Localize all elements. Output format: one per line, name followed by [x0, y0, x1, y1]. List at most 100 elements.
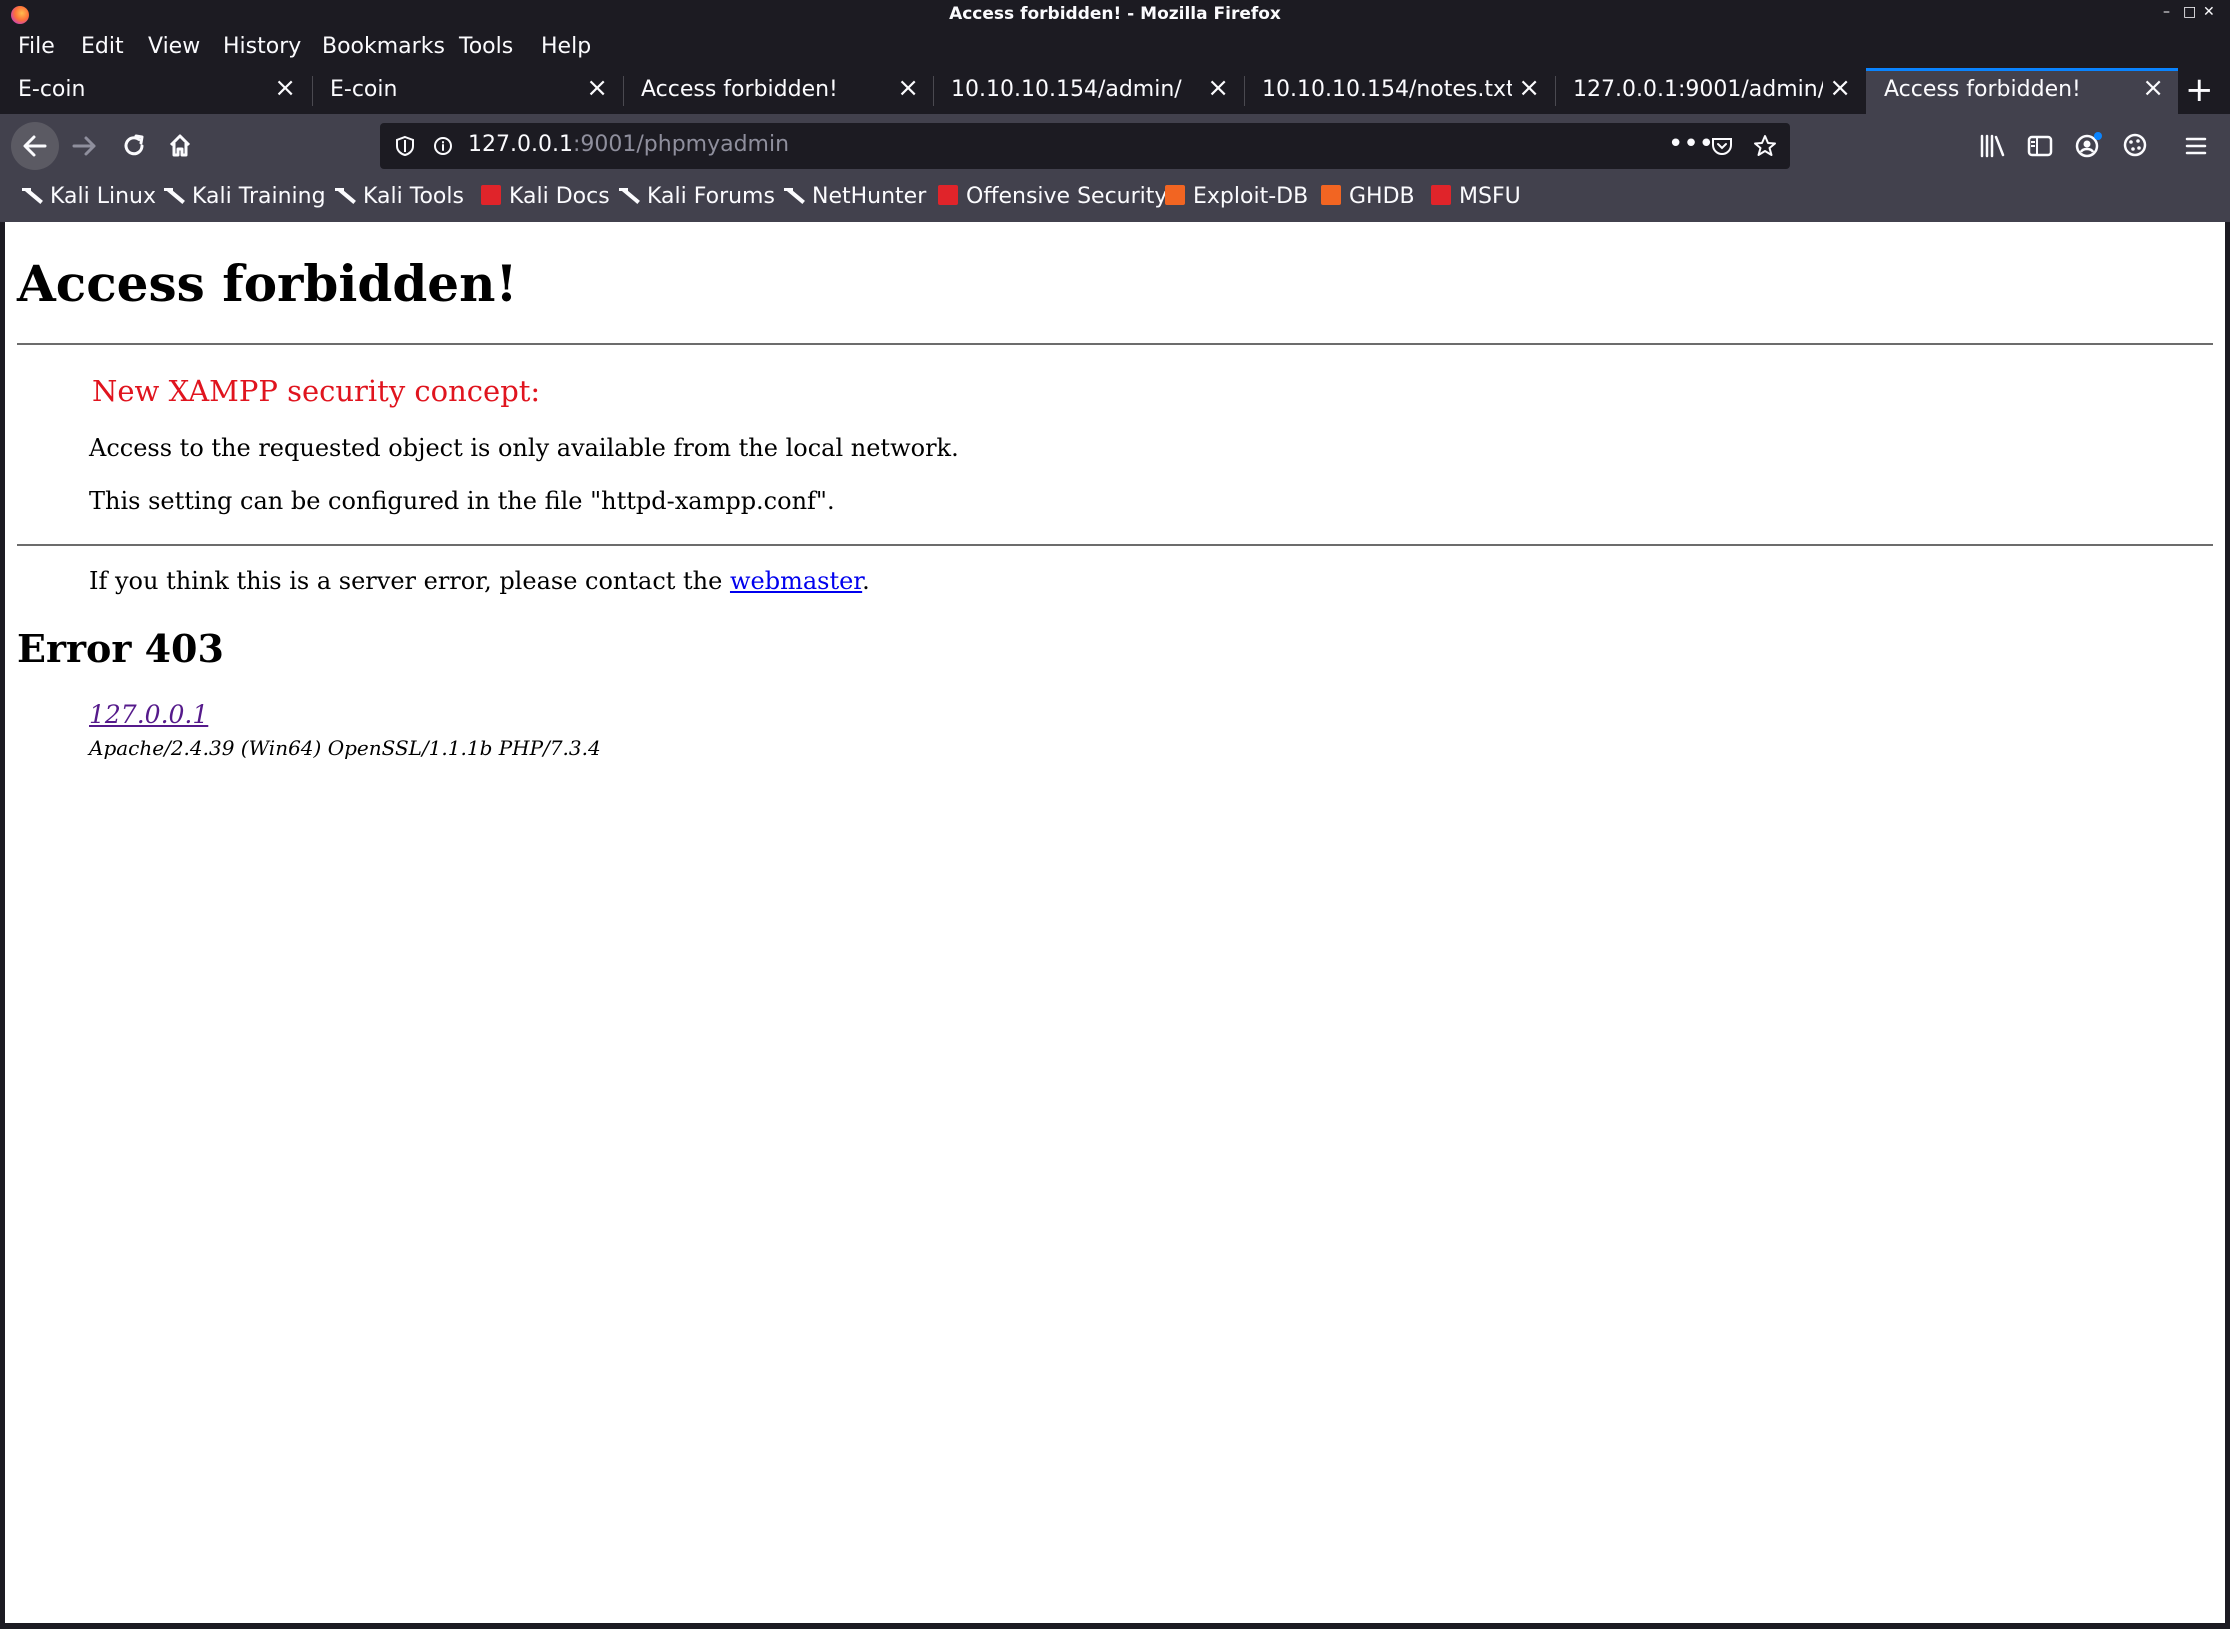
page-actions-icon[interactable]: •••	[1668, 129, 1714, 159]
url-path: :9001/phpmyadmin	[572, 132, 790, 157]
url-bar[interactable]: 127.0.0.1:9001/phpmyadmin •••	[380, 123, 1790, 169]
bookmark-label: MSFU	[1459, 184, 1521, 209]
bookmark-label: Kali Training	[192, 184, 326, 209]
close-tab-icon[interactable]: ×	[586, 73, 608, 103]
config-message: This setting can be configured in the fi…	[89, 487, 835, 515]
bookmark-kali-linux[interactable]: Kali Linux	[22, 184, 156, 209]
bookmark-label: NetHunter	[812, 184, 927, 209]
close-window-icon[interactable]: ✕	[2203, 4, 2215, 20]
bookmarks-toolbar: Kali Linux Kali Training Kali Tools Kali…	[0, 178, 2230, 222]
tab-label: E-coin	[18, 77, 86, 102]
window-titlebar: Access forbidden! - Mozilla Firefox – □ …	[0, 0, 2230, 30]
menu-bar: File Edit View History Bookmarks Tools H…	[0, 30, 2230, 68]
tab-active[interactable]: Access forbidden! ×	[1866, 68, 2178, 114]
kali-dragon-icon	[164, 185, 184, 205]
menu-file[interactable]: File	[18, 34, 55, 59]
close-tab-icon[interactable]: ×	[897, 73, 919, 103]
host-link[interactable]: 127.0.0.1	[89, 700, 208, 729]
tab[interactable]: 127.0.0.1:9001/admin/ ×	[1555, 68, 1865, 114]
tab[interactable]: Access forbidden! ×	[623, 68, 933, 114]
maximize-icon[interactable]: □	[2183, 4, 2196, 20]
divider	[17, 343, 2213, 345]
offsec-icon	[1431, 185, 1451, 205]
bookmark-label: Exploit-DB	[1193, 184, 1309, 209]
bookmark-label: Kali Forums	[647, 184, 775, 209]
server-signature: Apache/2.4.39 (Win64) OpenSSL/1.1.1b PHP…	[89, 736, 601, 760]
close-tab-icon[interactable]: ×	[274, 73, 296, 103]
tab[interactable]: E-coin ×	[0, 68, 310, 114]
close-tab-icon[interactable]: ×	[1829, 73, 1851, 103]
access-message: Access to the requested object is only a…	[89, 434, 959, 462]
offsec-icon	[938, 185, 958, 205]
library-icon[interactable]	[1978, 132, 2006, 160]
kali-dragon-icon	[619, 185, 639, 205]
page-content: Access forbidden! New XAMPP security con…	[5, 222, 2225, 1623]
forward-arrow-icon[interactable]	[64, 124, 108, 168]
menu-edit[interactable]: Edit	[81, 34, 124, 59]
tab-strip: E-coin × E-coin × Access forbidden! × 10…	[0, 68, 2230, 114]
menu-help[interactable]: Help	[541, 34, 591, 59]
contact-suffix: .	[862, 567, 870, 595]
bookmark-exploit-db[interactable]: Exploit-DB	[1165, 184, 1308, 209]
reload-icon[interactable]	[112, 124, 156, 168]
page-heading: Access forbidden!	[17, 254, 518, 313]
close-tab-icon[interactable]: ×	[1518, 73, 1540, 103]
back-button[interactable]	[11, 122, 59, 170]
menu-bookmarks[interactable]: Bookmarks	[322, 34, 445, 59]
tab[interactable]: E-coin ×	[312, 68, 622, 114]
webmaster-link[interactable]: webmaster	[730, 567, 862, 595]
exploit-db-icon	[1165, 185, 1185, 205]
bookmark-msfu[interactable]: MSFU	[1431, 184, 1521, 209]
tab-label: E-coin	[330, 77, 398, 102]
cookie-extension-icon[interactable]	[2121, 131, 2149, 159]
account-icon[interactable]	[2073, 130, 2103, 160]
menu-tools[interactable]: Tools	[459, 34, 513, 59]
bookmark-label: Kali Tools	[363, 184, 464, 209]
tab-label: Access forbidden!	[1884, 77, 2081, 102]
window-title: Access forbidden! - Mozilla Firefox	[949, 4, 1281, 24]
contact-message: If you think this is a server error, ple…	[89, 567, 870, 595]
site-info-icon[interactable]	[432, 135, 454, 157]
tab-label: 127.0.0.1:9001/admin/	[1573, 77, 1823, 102]
tab-label: Access forbidden!	[641, 77, 838, 102]
bookmark-kali-tools[interactable]: Kali Tools	[335, 184, 464, 209]
bookmark-kali-forums[interactable]: Kali Forums	[619, 184, 775, 209]
bookmark-label: Kali Linux	[50, 184, 157, 209]
menu-history[interactable]: History	[223, 34, 301, 59]
bookmark-label: GHDB	[1349, 184, 1415, 209]
tab-label: 10.10.10.154/admin/	[951, 77, 1182, 102]
divider	[17, 544, 2213, 546]
home-icon[interactable]	[158, 124, 202, 168]
bookmark-star-icon[interactable]	[1752, 133, 1778, 159]
bookmark-offensive-security[interactable]: Offensive Security	[938, 184, 1167, 209]
tracking-protection-shield-icon[interactable]	[394, 135, 416, 157]
kali-dragon-icon	[22, 185, 42, 205]
tab-label: 10.10.10.154/notes.txt	[1262, 77, 1512, 102]
menu-view[interactable]: View	[148, 34, 200, 59]
kali-docs-icon	[481, 185, 501, 205]
tab[interactable]: 10.10.10.154/admin/ ×	[933, 68, 1243, 114]
error-code-heading: Error 403	[17, 626, 224, 671]
close-tab-icon[interactable]: ×	[1207, 73, 1229, 103]
url-text[interactable]: 127.0.0.1:9001/phpmyadmin	[468, 132, 789, 157]
navigation-toolbar: 127.0.0.1:9001/phpmyadmin •••	[0, 114, 2230, 178]
tab[interactable]: 10.10.10.154/notes.txt ×	[1244, 68, 1554, 114]
bookmark-ghdb[interactable]: GHDB	[1321, 184, 1415, 209]
minimize-icon[interactable]: –	[2163, 4, 2170, 20]
bookmark-kali-training[interactable]: Kali Training	[164, 184, 326, 209]
bookmark-label: Kali Docs	[509, 184, 610, 209]
hamburger-menu-icon[interactable]	[2182, 132, 2210, 160]
bookmark-kali-docs[interactable]: Kali Docs	[481, 184, 610, 209]
exploit-db-icon	[1321, 185, 1341, 205]
bookmark-nethunter[interactable]: NetHunter	[784, 184, 926, 209]
kali-dragon-icon	[335, 185, 355, 205]
bookmark-label: Offensive Security	[966, 184, 1168, 209]
security-concept-heading: New XAMPP security concept:	[92, 374, 541, 408]
new-tab-button[interactable]: +	[2185, 70, 2214, 110]
sidebar-icon[interactable]	[2026, 132, 2054, 160]
close-tab-icon[interactable]: ×	[2142, 73, 2164, 103]
contact-prefix: If you think this is a server error, ple…	[89, 567, 730, 595]
kali-dragon-icon	[784, 185, 804, 205]
back-arrow-icon	[23, 135, 47, 157]
pocket-icon[interactable]	[1710, 134, 1734, 158]
